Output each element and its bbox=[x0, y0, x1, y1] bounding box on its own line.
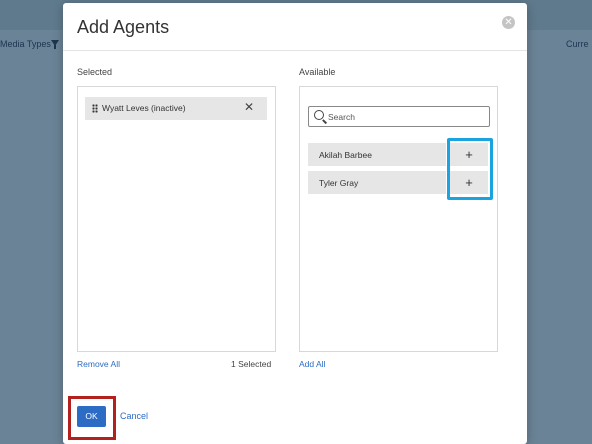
add-agent-button[interactable]: + bbox=[450, 143, 488, 166]
available-agent-item[interactable]: Tyler Gray bbox=[308, 171, 446, 194]
selected-section-label: Selected bbox=[77, 67, 113, 77]
backdrop-media-types-label: Media Types bbox=[0, 39, 51, 49]
add-agent-button[interactable]: + bbox=[450, 171, 488, 194]
add-all-link[interactable]: Add All bbox=[299, 359, 325, 369]
add-agents-dialog: Add Agents ✕ Selected Wyatt Leves (inact… bbox=[63, 3, 527, 444]
selected-agent-item[interactable]: Wyatt Leves (inactive) ✕ bbox=[85, 97, 267, 120]
available-agent-name: Tyler Gray bbox=[319, 178, 359, 188]
filter-icon bbox=[51, 40, 59, 49]
available-agent-item[interactable]: Akilah Barbee bbox=[308, 143, 446, 166]
ok-button[interactable]: OK bbox=[77, 406, 106, 427]
remove-icon[interactable]: ✕ bbox=[244, 100, 254, 114]
search-box[interactable] bbox=[308, 106, 490, 127]
dialog-title: Add Agents bbox=[77, 17, 170, 37]
selected-count: 1 Selected bbox=[231, 359, 272, 369]
backdrop-right-label: Curre bbox=[566, 39, 589, 49]
search-input[interactable] bbox=[328, 107, 483, 126]
available-panel: Akilah Barbee + Tyler Gray + bbox=[299, 86, 498, 352]
selected-agent-name: Wyatt Leves (inactive) bbox=[102, 103, 186, 113]
available-agent-name: Akilah Barbee bbox=[319, 150, 372, 160]
header-divider bbox=[63, 50, 527, 51]
selected-panel: Wyatt Leves (inactive) ✕ bbox=[77, 86, 276, 352]
close-icon[interactable]: ✕ bbox=[502, 16, 515, 29]
search-icon bbox=[314, 110, 324, 120]
drag-handle-icon[interactable] bbox=[92, 104, 98, 113]
remove-all-link[interactable]: Remove All bbox=[77, 359, 120, 369]
available-section-label: Available bbox=[299, 67, 336, 77]
cancel-button[interactable]: Cancel bbox=[120, 411, 148, 421]
